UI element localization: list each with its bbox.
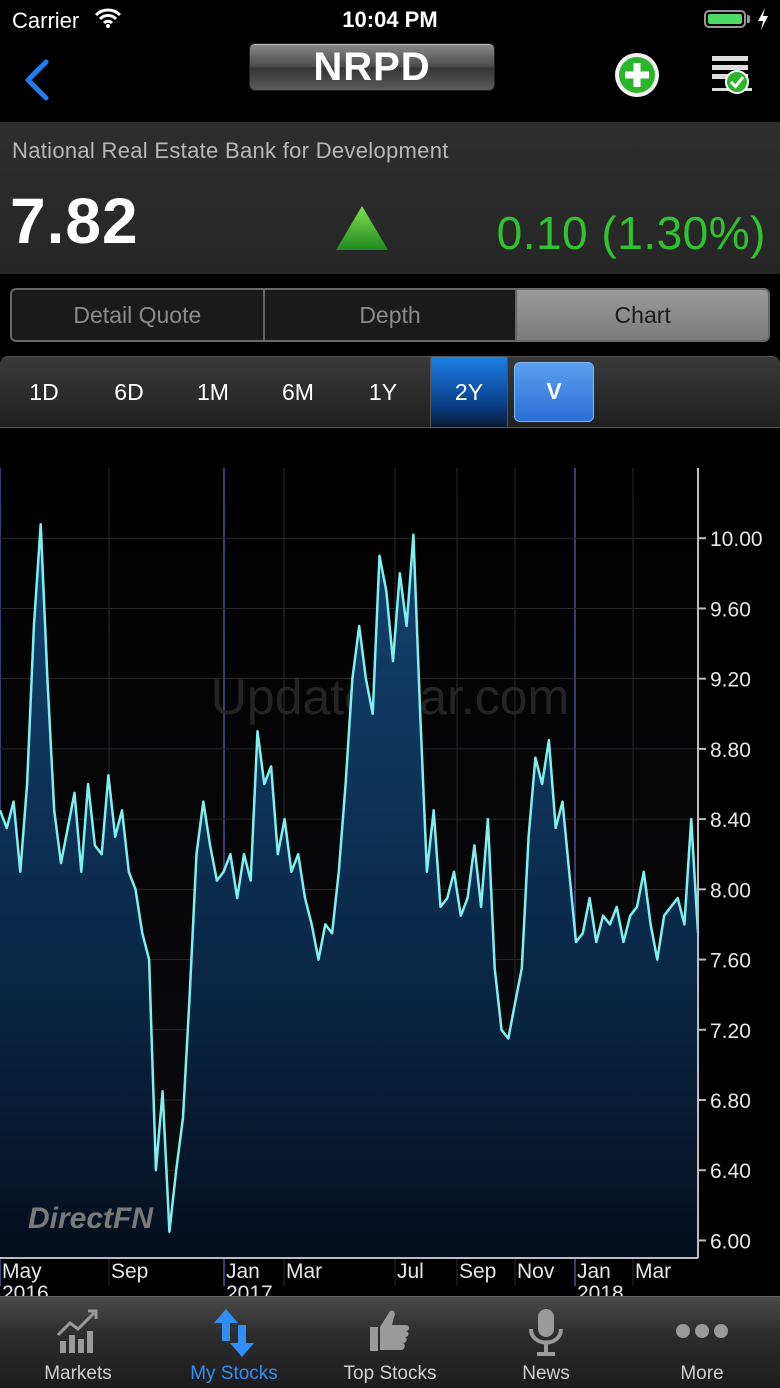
price-chart-svg: UpdateStar.com DirectFN 10.009.609.208.8…: [0, 468, 763, 1305]
tab-detail-quote[interactable]: Detail Quote: [12, 290, 265, 340]
x-tick-label: Jul: [397, 1260, 424, 1283]
thumbs-up-icon: [370, 1310, 409, 1351]
x-tick-label: May: [2, 1260, 42, 1283]
period-selector: 1D 6D 1M 6M 1Y 2Y V: [0, 356, 780, 428]
more-dots-icon: [676, 1324, 728, 1338]
y-tick-label: 7.20: [710, 1020, 751, 1043]
up-arrow-icon: [336, 206, 388, 250]
tab-top-stocks[interactable]: Top Stocks: [312, 1297, 468, 1388]
period-1m[interactable]: 1M: [178, 357, 248, 427]
my-stocks-arrows-icon: [214, 1309, 254, 1357]
period-2y[interactable]: 2Y: [430, 357, 508, 427]
x-tick-label: Jan: [226, 1260, 260, 1283]
symbol-title: NRPD: [249, 43, 495, 91]
tab-more[interactable]: More: [624, 1297, 780, 1388]
status-time: 10:04 PM: [342, 7, 438, 32]
markets-chart-icon: [56, 1309, 98, 1353]
tab-news[interactable]: News: [468, 1297, 624, 1388]
status-bar: Carrier 10:04 PM: [0, 0, 780, 40]
x-tick-year: 2017: [226, 1282, 273, 1296]
last-price: 7.82: [10, 185, 139, 257]
battery-tip: [747, 15, 750, 23]
back-chevron-icon[interactable]: [20, 58, 54, 102]
y-tick-label: 6.40: [710, 1160, 751, 1183]
battery-icon: [704, 10, 746, 28]
x-tick-label: Sep: [459, 1260, 496, 1283]
y-tick-label: 7.60: [710, 950, 751, 973]
price-change: 0.10 (1.30%): [496, 207, 766, 259]
add-watchlist-plus-icon[interactable]: [613, 51, 661, 99]
x-tick-label: Jan: [577, 1260, 611, 1283]
tab-my-stocks-label: My Stocks: [190, 1363, 278, 1384]
tab-chart[interactable]: Chart: [517, 290, 768, 340]
company-name: National Real Estate Bank for Developmen…: [12, 138, 449, 163]
y-tick-label: 8.00: [710, 879, 751, 902]
x-tick-label: Mar: [635, 1260, 671, 1283]
directfn-brand: DirectFN: [28, 1202, 154, 1235]
quote-summary: National Real Estate Bank for Developmen…: [0, 122, 780, 274]
tab-markets-label: Markets: [44, 1363, 112, 1384]
tab-top-stocks-label: Top Stocks: [343, 1363, 437, 1384]
x-tick-label: Mar: [286, 1260, 322, 1283]
x-tick-label: Nov: [517, 1260, 555, 1283]
period-6m[interactable]: 6M: [263, 357, 333, 427]
period-6d[interactable]: 6D: [94, 357, 164, 427]
y-tick-label: 9.20: [710, 669, 751, 692]
y-tick-label: 10.00: [710, 528, 763, 551]
tab-more-label: More: [680, 1363, 724, 1384]
tab-news-label: News: [522, 1363, 570, 1384]
charging-bolt-icon: [758, 8, 768, 30]
y-tick-label: 9.60: [710, 598, 751, 621]
microphone-icon: [529, 1309, 563, 1356]
tab-my-stocks[interactable]: My Stocks: [156, 1297, 312, 1388]
tab-depth[interactable]: Depth: [265, 290, 518, 340]
x-tick-year: 2016: [2, 1282, 49, 1296]
price-chart: UpdateStar.com DirectFN 10.009.609.208.8…: [0, 428, 780, 1305]
y-tick-label: 8.40: [710, 809, 751, 832]
bottom-tab-bar: Markets My Stocks Top Stocks News More: [0, 1296, 780, 1388]
period-1d[interactable]: 1D: [9, 357, 79, 427]
y-tick-label: 8.80: [710, 739, 751, 762]
tab-markets[interactable]: Markets: [0, 1297, 156, 1388]
quote-view-tabs: Detail Quote Depth Chart: [10, 288, 770, 342]
y-tick-label: 6.00: [710, 1230, 751, 1253]
volume-toggle-button[interactable]: V: [514, 362, 594, 422]
x-tick-year: 2018: [577, 1282, 624, 1296]
nav-bar: NRPD: [0, 40, 780, 122]
period-1y[interactable]: 1Y: [348, 357, 418, 427]
filter-check-icon[interactable]: [708, 50, 756, 100]
y-tick-label: 6.80: [710, 1090, 751, 1113]
x-tick-label: Sep: [111, 1260, 148, 1283]
